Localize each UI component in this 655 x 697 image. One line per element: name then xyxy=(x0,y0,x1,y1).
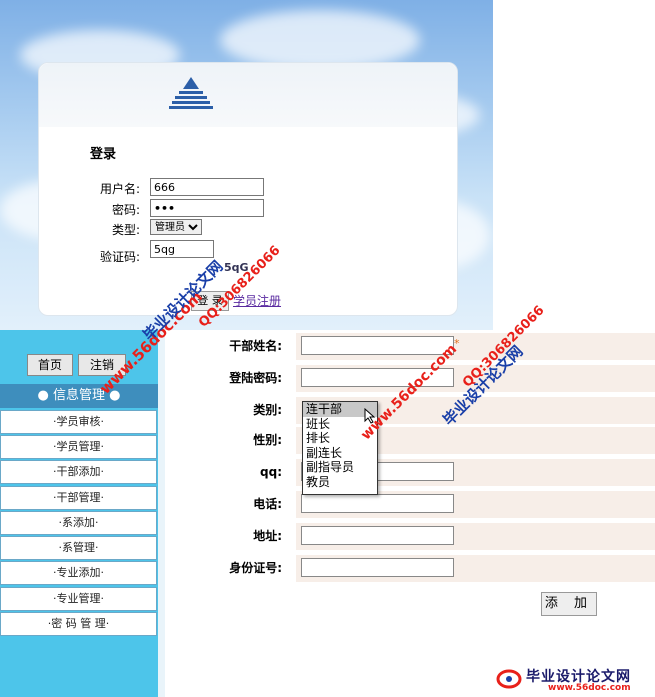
add-button[interactable]: 添 加 xyxy=(541,592,597,616)
menu-item-dept-manage[interactable]: ·系管理· xyxy=(0,536,157,560)
menu-item-dept-add[interactable]: ·系添加· xyxy=(0,511,157,535)
type-label: 类型: xyxy=(111,223,140,237)
captcha-label: 验证码: xyxy=(99,250,140,264)
password-label: 密码: xyxy=(111,203,140,217)
menu-item-major-add[interactable]: ·专业添加· xyxy=(0,561,157,585)
username-label: 用户名: xyxy=(99,182,140,196)
logo-swirl-icon xyxy=(496,669,522,689)
phone-input[interactable] xyxy=(301,494,454,513)
id-input[interactable] xyxy=(301,558,454,577)
phone-label: 电话: xyxy=(253,497,282,511)
form-row-gender: 性别: xyxy=(183,427,655,454)
menu-item-major-manage[interactable]: ·专业管理· xyxy=(0,587,157,611)
type-select[interactable]: 管理员 xyxy=(150,219,202,235)
form-row-qq: qq: xyxy=(183,459,655,486)
qq-label: qq: xyxy=(260,465,282,479)
name-label: 干部姓名: xyxy=(229,339,282,353)
username-row: 用户名: xyxy=(60,178,360,198)
home-button[interactable]: 首页 xyxy=(27,354,73,376)
menu-item-cadre-manage[interactable]: ·干部管理· xyxy=(0,486,157,510)
password-row: 密码: xyxy=(60,199,360,219)
gender-label: 性别: xyxy=(253,433,282,447)
login-title: 登录 xyxy=(90,147,117,162)
category-option[interactable]: 教员 xyxy=(303,475,377,490)
footer-site-text: www.56doc.com xyxy=(548,683,631,693)
category-label: 类别: xyxy=(253,403,282,417)
form-row-name: 干部姓名: * xyxy=(183,333,655,360)
address-label: 地址: xyxy=(253,529,282,543)
category-option[interactable]: 副连长 xyxy=(303,446,377,461)
logo-icon xyxy=(169,77,213,109)
form-row-id: 身份证号: xyxy=(183,555,655,582)
name-input[interactable] xyxy=(301,336,454,355)
footer-watermark-logo: 毕业设计论文网 www.56doc.com xyxy=(490,666,650,694)
login-password-label: 登陆密码: xyxy=(229,371,282,385)
form-row-phone: 电话: xyxy=(183,491,655,518)
type-row: 类型: 管理员 xyxy=(60,219,360,239)
login-header xyxy=(39,63,457,127)
menu-item-cadre-add[interactable]: ·干部添加· xyxy=(0,460,157,484)
menu-header: ● 信息管理 ● xyxy=(0,384,158,408)
form-row-category: 类别: xyxy=(183,397,655,424)
form-row-address: 地址: xyxy=(183,523,655,550)
captcha-input[interactable] xyxy=(150,240,214,258)
menu-item-password-manage[interactable]: ·密 码 管 理· xyxy=(0,612,157,636)
category-option[interactable]: 副指导员 xyxy=(303,460,377,475)
menu-item-student-review[interactable]: ·学员审核· xyxy=(0,410,157,434)
password-input[interactable] xyxy=(150,199,264,217)
username-input[interactable] xyxy=(150,178,264,196)
address-input[interactable] xyxy=(301,526,454,545)
menu-item-student-manage[interactable]: ·学员管理· xyxy=(0,435,157,459)
id-label: 身份证号: xyxy=(229,561,282,575)
